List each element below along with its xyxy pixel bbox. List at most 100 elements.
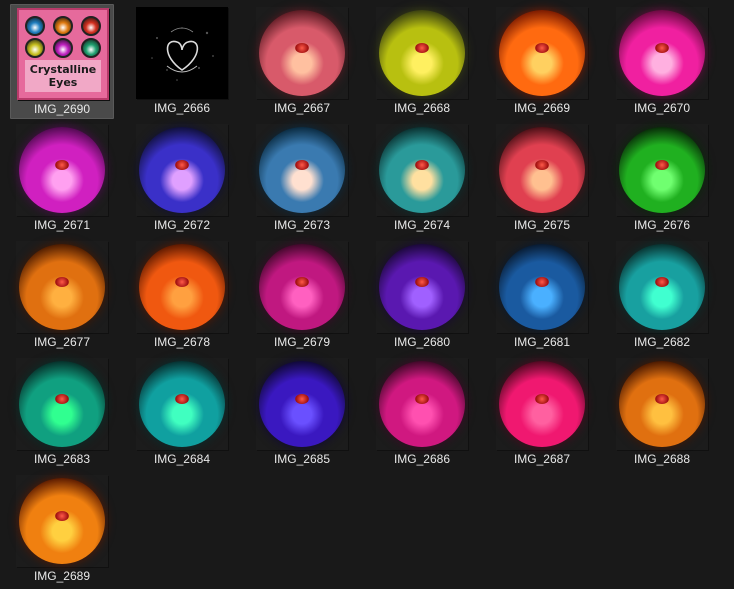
orb-pupil — [655, 42, 669, 53]
file-name-label: IMG_2676 — [633, 218, 691, 232]
collage-image: Crystalline Eyes — [17, 8, 109, 100]
file-tile-img-2679[interactable]: IMG_2679 — [250, 238, 354, 353]
orb-pupil — [55, 159, 69, 170]
file-tile-img-2687[interactable]: IMG_2687 — [490, 355, 594, 470]
collage-mini-orb — [81, 16, 101, 36]
file-name-label: IMG_2683 — [33, 452, 91, 466]
collage-mini-orb — [81, 38, 101, 58]
file-thumbnail[interactable] — [616, 124, 708, 216]
eye-orb-image — [139, 361, 225, 447]
file-thumbnail[interactable] — [16, 475, 108, 567]
file-tile-img-2681[interactable]: IMG_2681 — [490, 238, 594, 353]
file-tile-img-2682[interactable]: IMG_2682 — [610, 238, 714, 353]
file-tile-img-2672[interactable]: IMG_2672 — [130, 121, 234, 236]
orb-pupil — [55, 510, 69, 521]
orb-pupil — [535, 42, 549, 53]
file-name-label: IMG_2689 — [33, 569, 91, 583]
file-thumbnail[interactable] — [136, 124, 228, 216]
eye-orb-image — [619, 244, 705, 330]
file-thumbnail[interactable]: Crystalline Eyes — [17, 8, 109, 100]
eye-orb-image — [619, 361, 705, 447]
orb-pupil — [535, 159, 549, 170]
file-thumbnail[interactable] — [16, 358, 108, 450]
orb-pupil — [295, 159, 309, 170]
collage-mini-orb — [25, 38, 45, 58]
heart-image — [136, 7, 228, 99]
orb-pupil — [175, 276, 189, 287]
file-tile-img-2677[interactable]: IMG_2677 — [10, 238, 114, 353]
orb-pupil — [415, 393, 429, 404]
file-tile-img-2675[interactable]: IMG_2675 — [490, 121, 594, 236]
file-thumbnail[interactable] — [16, 124, 108, 216]
file-thumbnail[interactable] — [256, 358, 348, 450]
file-tile-img-2686[interactable]: IMG_2686 — [370, 355, 474, 470]
file-thumbnail[interactable] — [136, 241, 228, 333]
file-name-label: IMG_2679 — [273, 335, 331, 349]
file-tile-img-2690[interactable]: Crystalline Eyes IMG_2690 — [10, 4, 114, 119]
file-name-label: IMG_2686 — [393, 452, 451, 466]
file-thumbnail[interactable] — [136, 358, 228, 450]
file-tile-img-2670[interactable]: IMG_2670 — [610, 4, 714, 119]
file-name-label: IMG_2680 — [393, 335, 451, 349]
file-thumbnail[interactable] — [496, 7, 588, 99]
orb-pupil — [55, 276, 69, 287]
eye-orb-image — [19, 361, 105, 447]
file-tile-img-2669[interactable]: IMG_2669 — [490, 4, 594, 119]
file-thumbnail[interactable] — [496, 358, 588, 450]
eye-orb-image — [379, 244, 465, 330]
file-tile-img-2689[interactable]: IMG_2689 — [10, 472, 114, 587]
file-thumbnail[interactable] — [376, 124, 468, 216]
file-name-label: IMG_2690 — [33, 102, 91, 116]
file-name-label: IMG_2687 — [513, 452, 571, 466]
file-tile-img-2673[interactable]: IMG_2673 — [250, 121, 354, 236]
file-thumbnail[interactable] — [496, 124, 588, 216]
file-thumbnail[interactable] — [376, 241, 468, 333]
file-tile-img-2685[interactable]: IMG_2685 — [250, 355, 354, 470]
file-thumbnail[interactable] — [376, 358, 468, 450]
file-thumbnail[interactable] — [616, 241, 708, 333]
eye-orb-image — [259, 361, 345, 447]
eye-orb-image — [19, 127, 105, 213]
eye-orb-image — [139, 244, 225, 330]
file-tile-img-2680[interactable]: IMG_2680 — [370, 238, 474, 353]
eye-orb-image — [259, 10, 345, 96]
file-tile-img-2666[interactable]: IMG_2666 — [130, 4, 234, 119]
file-name-label: IMG_2674 — [393, 218, 451, 232]
file-tile-img-2668[interactable]: IMG_2668 — [370, 4, 474, 119]
collage-title: Crystalline Eyes — [25, 60, 101, 92]
file-thumbnail[interactable] — [616, 7, 708, 99]
orb-pupil — [175, 159, 189, 170]
file-tile-img-2684[interactable]: IMG_2684 — [130, 355, 234, 470]
file-tile-img-2674[interactable]: IMG_2674 — [370, 121, 474, 236]
file-thumbnail[interactable] — [256, 124, 348, 216]
eye-orb-image — [499, 244, 585, 330]
orb-pupil — [175, 393, 189, 404]
file-thumbnail[interactable] — [256, 7, 348, 99]
file-tile-img-2683[interactable]: IMG_2683 — [10, 355, 114, 470]
orb-pupil — [55, 393, 69, 404]
file-thumbnail[interactable] — [16, 241, 108, 333]
eye-orb-image — [259, 244, 345, 330]
eye-orb-image — [259, 127, 345, 213]
file-name-label: IMG_2672 — [153, 218, 211, 232]
eye-orb-image — [499, 127, 585, 213]
orb-pupil — [415, 42, 429, 53]
file-tile-img-2671[interactable]: IMG_2671 — [10, 121, 114, 236]
file-tile-img-2676[interactable]: IMG_2676 — [610, 121, 714, 236]
orb-pupil — [535, 276, 549, 287]
file-thumbnail[interactable] — [256, 241, 348, 333]
file-thumbnail[interactable] — [376, 7, 468, 99]
file-thumbnail[interactable] — [496, 241, 588, 333]
file-thumbnail[interactable] — [136, 7, 228, 99]
eye-orb-image — [379, 10, 465, 96]
eye-orb-image — [379, 127, 465, 213]
file-name-label: IMG_2668 — [393, 101, 451, 115]
file-tile-img-2678[interactable]: IMG_2678 — [130, 238, 234, 353]
file-thumbnail[interactable] — [616, 358, 708, 450]
file-tile-img-2667[interactable]: IMG_2667 — [250, 4, 354, 119]
file-tile-img-2688[interactable]: IMG_2688 — [610, 355, 714, 470]
eye-orb-image — [619, 127, 705, 213]
file-name-label: IMG_2670 — [633, 101, 691, 115]
orb-pupil — [655, 276, 669, 287]
orb-pupil — [415, 159, 429, 170]
